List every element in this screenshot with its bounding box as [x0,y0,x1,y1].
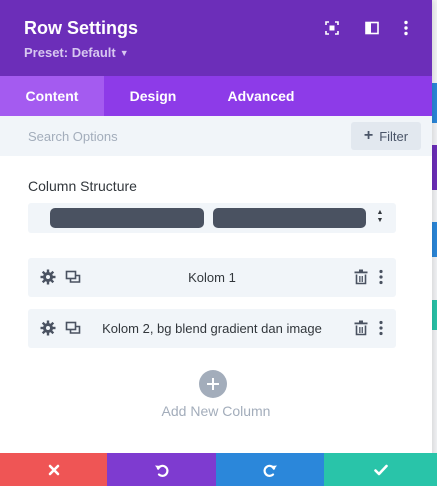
row-settings-modal: Row Settings Preset: Default ▼ Content De… [0,0,432,486]
modal-footer [0,453,437,486]
caret-down-icon: ▼ [119,48,129,58]
preset-selector[interactable]: Preset: Default ▼ [24,45,129,60]
duplicate-icon[interactable] [65,320,81,336]
settings-tabs: Content Design Advanced [0,76,432,116]
column-structure-column [50,208,204,228]
column-label: Kolom 1 [188,270,236,285]
more-vertical-icon[interactable] [376,269,386,285]
plus-icon: + [363,127,374,144]
column-label: Kolom 2, bg blend gradient dan image [102,321,322,336]
tab-design[interactable]: Design [104,76,202,116]
modal-title: Row Settings [24,18,139,38]
modal-header[interactable]: Row Settings Preset: Default ▼ [0,0,432,76]
column-structure-select[interactable]: ▲ ▼ [28,203,396,233]
tab-content[interactable]: Content [0,76,104,116]
duplicate-icon[interactable] [65,269,81,285]
search-bar: + Filter [0,116,432,156]
save-icon [373,464,388,475]
undo-icon [154,464,168,477]
add-column-button[interactable] [199,370,227,398]
redo-button[interactable] [216,453,324,486]
discard-icon [48,464,59,475]
preset-label: Preset: Default [24,45,116,60]
save-button[interactable] [324,453,437,486]
filter-label: Filter [379,128,409,144]
sidebar-toggle-icon[interactable] [362,18,382,38]
gear-icon[interactable] [40,320,56,336]
plus-icon [207,378,219,390]
undo-button[interactable] [107,453,216,486]
add-column-label[interactable]: Add New Column [0,403,432,419]
more-vertical-icon[interactable] [376,320,386,336]
column-item[interactable]: Kolom 1 [28,258,396,297]
column-structure-column [213,208,366,228]
more-vertical-icon[interactable] [396,18,416,38]
filter-button[interactable]: + Filter [351,122,421,150]
column-item[interactable]: Kolom 2, bg blend gradient dan image [28,309,396,348]
redo-icon [263,464,277,477]
trash-icon[interactable] [354,269,368,285]
discard-button[interactable] [0,453,107,486]
tab-advanced[interactable]: Advanced [202,76,320,116]
select-arrows-icon: ▲ ▼ [376,209,384,224]
search-input[interactable] [0,116,340,156]
column-structure-label: Column Structure [28,178,137,194]
trash-icon[interactable] [354,320,368,336]
gear-icon[interactable] [40,269,56,285]
screenshot-icon[interactable] [322,18,342,38]
